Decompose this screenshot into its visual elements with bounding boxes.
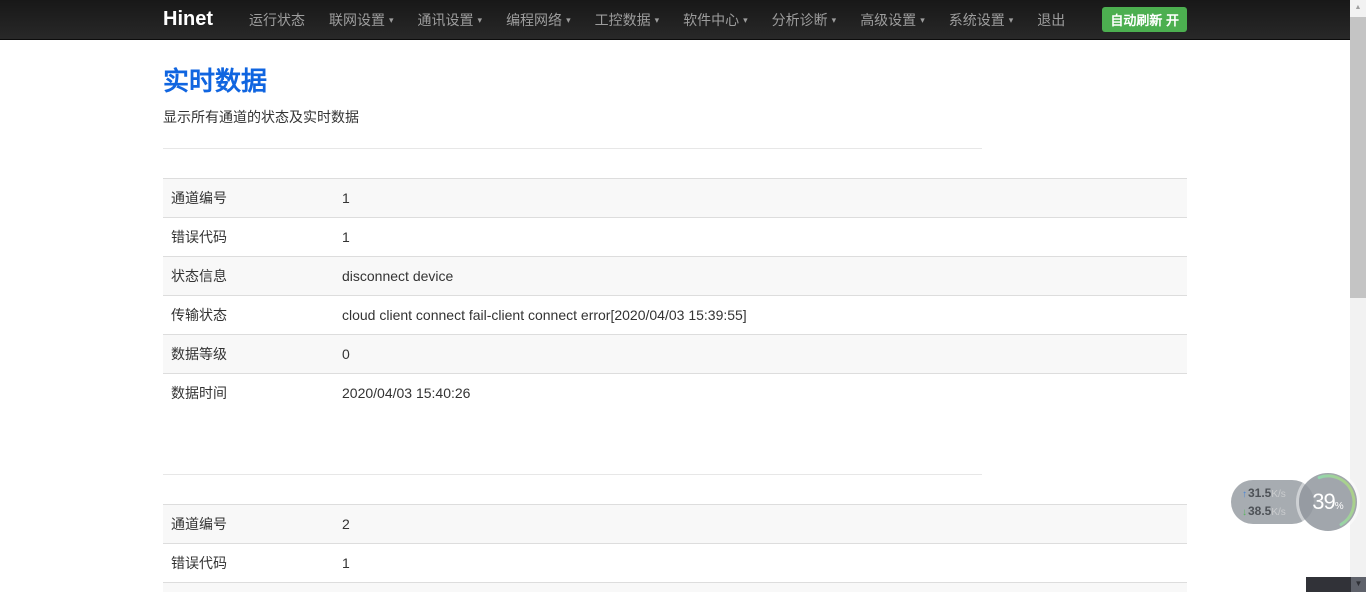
field-value: disconnect device [334,257,1187,296]
chevron-down-icon: ▾ [920,0,925,40]
table-row: 数据等级 0 [163,335,1187,374]
field-value: 2 [334,505,1187,544]
table-row: 通道编号 2 [163,505,1187,544]
upload-speed-value: 31.5 [1248,485,1271,502]
upload-arrow-icon: ↑ [1242,486,1247,503]
field-label: 通道编号 [163,179,334,218]
nav-item-label: 联网设置 [329,0,385,40]
percent-circle-button[interactable]: 39 % [1299,473,1357,531]
nav-item-programming-network[interactable]: 编程网络 ▾ [494,0,583,40]
download-arrow-icon: ↓ [1242,504,1247,521]
channel-1-table: 通道编号 1 错误代码 1 状态信息 disconnect device 传输状… [163,178,1187,412]
nav-item-label: 分析诊断 [772,0,828,40]
field-value: 0 [334,335,1187,374]
chevron-down-icon[interactable]: ▼ [1351,577,1366,592]
nav-item-label: 工控数据 [595,0,651,40]
nav-item-label: 系统设置 [949,0,1005,40]
chevron-down-icon: ▾ [1009,0,1014,40]
nav-item-label: 软件中心 [683,0,739,40]
field-label: 错误代码 [163,218,334,257]
upload-speed-unit: K/s [1271,486,1285,503]
auto-refresh-toggle-badge[interactable]: 自动刷新 开 [1102,7,1187,32]
download-speed-unit: K/s [1271,504,1285,521]
download-speed-value: 38.5 [1248,503,1271,520]
main-content: 实时数据 显示所有通道的状态及实时数据 通道编号 1 错误代码 1 状态信息 d… [163,61,1187,592]
field-label: 错误代码 [163,544,334,583]
nav-item-system-settings[interactable]: 系统设置 ▾ [937,0,1026,40]
scroll-up-arrow-icon[interactable]: ▲ [1350,0,1366,16]
nav-item-network-settings[interactable]: 联网设置 ▾ [317,0,406,40]
field-label: 通道编号 [163,505,334,544]
field-value: 1 [334,218,1187,257]
nav-item-label: 编程网络 [506,0,562,40]
brand-logo[interactable]: Hinet [163,8,213,31]
field-label: 传输状态 [163,296,334,335]
table-row: 通道编号 1 [163,179,1187,218]
field-value: 2020/04/03 15:40:26 [334,374,1187,413]
table-row: 错误代码 1 [163,218,1187,257]
table-row: 错误代码 1 [163,544,1187,583]
percent-value: 39 [1312,489,1334,515]
chevron-down-icon: ▾ [566,0,571,40]
table-row: 状态信息 disconnect device [163,257,1187,296]
field-label: 状态信息 [163,583,334,592]
corner-collapsed-panel[interactable]: ▼ [1306,577,1366,592]
nav-item-label: 运行状态 [249,0,305,40]
field-value: 1 [334,544,1187,583]
chevron-down-icon: ▾ [389,0,394,40]
channel-2-table: 通道编号 2 错误代码 1 状态信息 disconnect device [163,504,1187,592]
percent-text: 39 % [1299,473,1357,531]
nav-item-software-center[interactable]: 软件中心 ▾ [671,0,760,40]
page-title: 实时数据 [163,61,1187,98]
field-label: 数据等级 [163,335,334,374]
field-label: 状态信息 [163,257,334,296]
nav-item-analysis-diagnosis[interactable]: 分析诊断 ▾ [760,0,849,40]
field-value: 1 [334,179,1187,218]
chevron-down-icon: ▾ [655,0,660,40]
page-subtitle: 显示所有通道的状态及实时数据 [163,107,1187,127]
table-row: 数据时间 2020/04/03 15:40:26 [163,374,1187,413]
nav-item-label: 退出 [1037,0,1065,40]
chevron-down-icon: ▾ [743,0,748,40]
nav-item-logout[interactable]: 退出 [1025,0,1077,40]
field-value: disconnect device [334,583,1187,592]
field-label: 数据时间 [163,374,334,413]
nav-item-label: 高级设置 [860,0,916,40]
divider [163,474,982,475]
percent-symbol: % [1335,501,1344,512]
network-speed-widget[interactable]: ↑ 31.5 K/s ↓ 38.5 K/s 39 % [1299,473,1357,531]
nav-item-industrial-data[interactable]: 工控数据 ▾ [583,0,672,40]
field-value: cloud client connect fail-client connect… [334,296,1187,335]
top-navbar: Hinet 运行状态 联网设置 ▾ 通讯设置 ▾ 编程网络 ▾ 工控数据 ▾ 软… [0,0,1350,40]
chevron-down-icon: ▾ [478,0,483,40]
nav-item-comm-settings[interactable]: 通讯设置 ▾ [406,0,495,40]
table-row: 传输状态 cloud client connect fail-client co… [163,296,1187,335]
nav-item-label: 通讯设置 [418,0,474,40]
chevron-down-icon: ▾ [832,0,837,40]
nav-item-advanced-settings[interactable]: 高级设置 ▾ [848,0,937,40]
scrollbar-thumb[interactable] [1350,17,1366,298]
nav-item-run-status[interactable]: 运行状态 [237,0,317,40]
divider [163,148,982,149]
table-row: 状态信息 disconnect device [163,583,1187,592]
